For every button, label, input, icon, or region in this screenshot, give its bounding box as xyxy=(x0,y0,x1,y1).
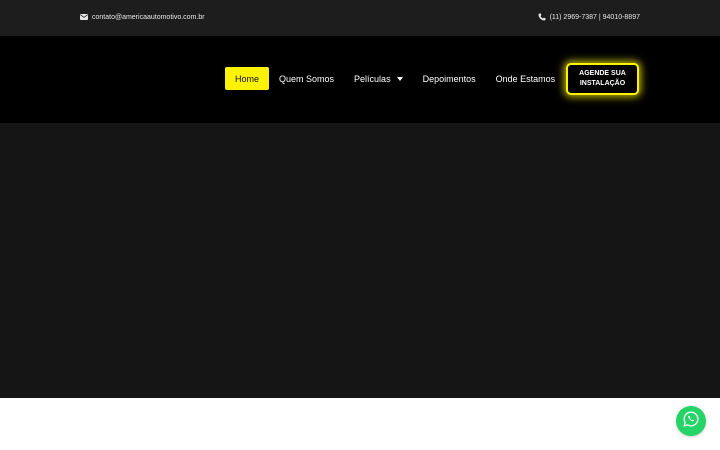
email-contact[interactable]: contato@americaautomotivo.com.br xyxy=(80,13,205,21)
content-section xyxy=(0,398,720,450)
schedule-installation-button[interactable]: AGENDE SUA INSTALAÇÃO xyxy=(566,63,639,95)
caret-down-icon xyxy=(396,77,403,81)
nav-item-peliculas[interactable]: Películas xyxy=(344,67,413,90)
phone-contact[interactable]: (11) 2969-7387 | 94010-8897 xyxy=(538,13,640,21)
nav-item-label: Películas xyxy=(354,73,391,84)
nav-item-label: Depoimentos xyxy=(422,73,476,84)
nav-item-label: Onde Estamos xyxy=(495,73,556,84)
email-text: contato@americaautomotivo.com.br xyxy=(92,13,205,21)
envelope-icon xyxy=(80,13,88,21)
phone-text: (11) 2969-7387 | 94010-8897 xyxy=(549,13,640,21)
main-navbar: Home Quem Somos Películas Depoimentos On… xyxy=(0,36,720,123)
main-menu: Home Quem Somos Películas Depoimentos On… xyxy=(225,67,565,90)
whatsapp-button[interactable] xyxy=(676,406,706,436)
whatsapp-icon xyxy=(683,411,699,432)
hero-banner xyxy=(0,123,720,398)
nav-item-home[interactable]: Home xyxy=(225,67,270,90)
nav-item-onde-estamos[interactable]: Onde Estamos xyxy=(486,67,566,90)
cta-line-2: INSTALAÇÃO xyxy=(579,80,626,87)
nav-item-label: Quem Somos xyxy=(279,73,335,84)
nav-item-depoimentos[interactable]: Depoimentos xyxy=(413,67,486,90)
nav-item-label: Home xyxy=(235,73,260,84)
cta-line-1: AGENDE SUA xyxy=(579,70,626,77)
nav-item-quem-somos[interactable]: Quem Somos xyxy=(269,67,344,90)
phone-icon xyxy=(538,13,546,21)
top-bar: contato@americaautomotivo.com.br (11) 29… xyxy=(0,0,720,36)
